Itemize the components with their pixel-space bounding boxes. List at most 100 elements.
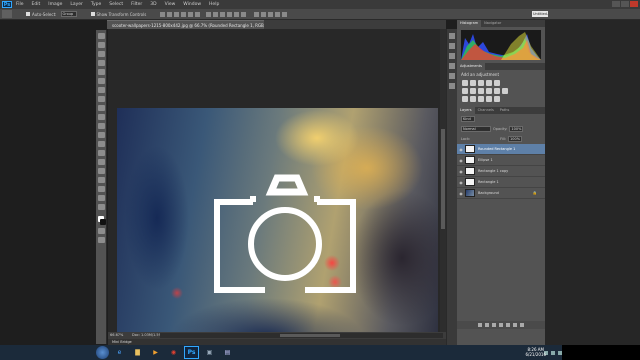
- crop-tool-icon[interactable]: [97, 69, 105, 75]
- quick-select-tool-icon[interactable]: [97, 60, 105, 66]
- tab-paths[interactable]: Paths: [497, 107, 513, 114]
- layer-name[interactable]: Rectangle 1: [478, 180, 499, 184]
- menu-file[interactable]: File: [12, 0, 28, 9]
- layer-name[interactable]: Rounded Rectangle 1: [478, 147, 515, 151]
- minimize-icon[interactable]: [612, 1, 620, 7]
- menu-layer[interactable]: Layer: [66, 0, 87, 9]
- align-right-icon[interactable]: [195, 11, 201, 17]
- vertical-scroll-thumb[interactable]: [441, 129, 445, 229]
- distribute-bottom-icon[interactable]: [220, 11, 226, 17]
- kind-filter-dropdown[interactable]: Kind: [461, 116, 475, 122]
- distribute-center-icon[interactable]: [234, 11, 240, 17]
- chrome-icon[interactable]: ◉: [166, 346, 181, 359]
- clock[interactable]: 8:26 AM 6/21/2016: [525, 347, 546, 357]
- zoom-tool-icon[interactable]: [97, 204, 105, 210]
- blend-mode-dropdown[interactable]: Normal: [461, 126, 491, 132]
- close-icon[interactable]: [630, 1, 638, 7]
- transform-controls-checkbox[interactable]: [90, 12, 95, 16]
- hand-tool-icon[interactable]: [97, 195, 105, 201]
- recorder-icon[interactable]: ▣: [202, 346, 217, 359]
- menu-edit[interactable]: Edit: [28, 0, 45, 9]
- hue-saturation-icon[interactable]: [462, 88, 468, 94]
- gradient-tool-icon[interactable]: [97, 132, 105, 138]
- folder-icon[interactable]: ▇: [130, 346, 145, 359]
- horizontal-scrollbar[interactable]: [160, 333, 443, 338]
- align-top-icon[interactable]: [160, 11, 166, 17]
- color-balance-icon[interactable]: [470, 88, 476, 94]
- photo-filter-icon[interactable]: [486, 88, 492, 94]
- document-tab[interactable]: scooter-wallpapers-1215-800x442.jpg @ 66…: [107, 20, 264, 29]
- align-center-icon[interactable]: [188, 11, 194, 17]
- eyedropper-tool-icon[interactable]: [97, 78, 105, 84]
- actions-panel-icon[interactable]: [449, 43, 455, 49]
- pen-tool-icon[interactable]: [97, 159, 105, 165]
- layer-row[interactable]: ◉ Ellipse 1: [457, 155, 545, 166]
- lasso-tool-icon[interactable]: [97, 51, 105, 57]
- channel-mixer-icon[interactable]: [494, 88, 500, 94]
- distribute-left-icon[interactable]: [227, 11, 233, 17]
- tab-navigator[interactable]: Navigator: [481, 20, 504, 27]
- delete-layer-icon[interactable]: [520, 323, 524, 327]
- adjustment-layer-icon[interactable]: [499, 323, 503, 327]
- move-tool-icon[interactable]: [97, 33, 105, 39]
- new-group-icon[interactable]: [506, 323, 510, 327]
- add-mask-icon[interactable]: [492, 323, 496, 327]
- eye-icon[interactable]: ◉: [457, 191, 465, 196]
- zoom-level[interactable]: 66.67%: [108, 332, 128, 339]
- layer-name[interactable]: Background: [478, 191, 499, 195]
- layer-row[interactable]: ◉ Background 🔒: [457, 188, 545, 199]
- layer-row[interactable]: ◉ Rounded Rectangle 1: [457, 144, 545, 155]
- brush-tool-icon[interactable]: [97, 96, 105, 102]
- selective-color-icon[interactable]: [494, 96, 500, 102]
- brightness-icon[interactable]: [462, 80, 468, 86]
- start-button-icon[interactable]: [96, 346, 109, 359]
- photoshop-taskbar-icon[interactable]: Ps: [184, 346, 199, 359]
- screen-mode-icon[interactable]: [97, 237, 105, 243]
- exposure-icon[interactable]: [486, 80, 492, 86]
- menu-window[interactable]: Window: [179, 0, 205, 9]
- workspace-dropdown[interactable]: Untitled-1: [532, 11, 548, 22]
- path-selection-tool-icon[interactable]: [97, 177, 105, 183]
- menu-type[interactable]: Type: [87, 0, 105, 9]
- distribute-top-icon[interactable]: [206, 11, 212, 17]
- distribute-middle-icon[interactable]: [213, 11, 219, 17]
- eye-icon[interactable]: ◉: [457, 180, 465, 185]
- shape-tool-icon[interactable]: [97, 186, 105, 192]
- layer-name[interactable]: Rectangle 1 copy: [478, 169, 508, 173]
- color-lookup-icon[interactable]: [502, 88, 508, 94]
- gradient-map-icon[interactable]: [486, 96, 492, 102]
- 3d-rotate-icon[interactable]: [261, 11, 267, 17]
- 3d-mode-icon[interactable]: [254, 11, 260, 17]
- paragraph-panel-icon[interactable]: [449, 73, 455, 79]
- ie-icon[interactable]: e: [112, 346, 127, 359]
- dodge-tool-icon[interactable]: [97, 150, 105, 156]
- properties-panel-icon[interactable]: [449, 53, 455, 59]
- menu-help[interactable]: Help: [205, 0, 223, 9]
- healing-tool-icon[interactable]: [97, 87, 105, 93]
- camera-icon[interactable]: [213, 172, 357, 296]
- menu-3d[interactable]: 3D: [146, 0, 160, 9]
- layer-style-icon[interactable]: [485, 323, 489, 327]
- 3d-roll-icon[interactable]: [268, 11, 274, 17]
- eye-icon[interactable]: ◉: [457, 147, 465, 152]
- tray-network-icon[interactable]: [551, 350, 555, 355]
- tab-adjustments[interactable]: Adjustments: [457, 63, 485, 70]
- blur-tool-icon[interactable]: [97, 141, 105, 147]
- 3d-slide-icon[interactable]: [282, 11, 288, 17]
- menu-filter[interactable]: Filter: [127, 0, 146, 9]
- tab-histogram[interactable]: Histogram: [457, 20, 482, 27]
- maximize-icon[interactable]: [621, 1, 629, 7]
- eye-icon[interactable]: ◉: [457, 158, 465, 163]
- invert-icon[interactable]: [462, 96, 468, 102]
- menu-image[interactable]: Image: [44, 0, 66, 9]
- media-player-icon[interactable]: ▶: [148, 346, 163, 359]
- posterize-icon[interactable]: [470, 96, 476, 102]
- brush-panel-icon[interactable]: [449, 83, 455, 89]
- canvas-area[interactable]: [108, 29, 446, 354]
- quick-mask-icon[interactable]: [97, 228, 105, 234]
- tab-channels[interactable]: Channels: [475, 107, 497, 114]
- canvas-image[interactable]: [117, 108, 438, 354]
- auto-select-dropdown[interactable]: Group: [60, 11, 77, 17]
- fill-input[interactable]: 100%: [508, 136, 523, 142]
- layer-name[interactable]: Ellipse 1: [478, 158, 493, 162]
